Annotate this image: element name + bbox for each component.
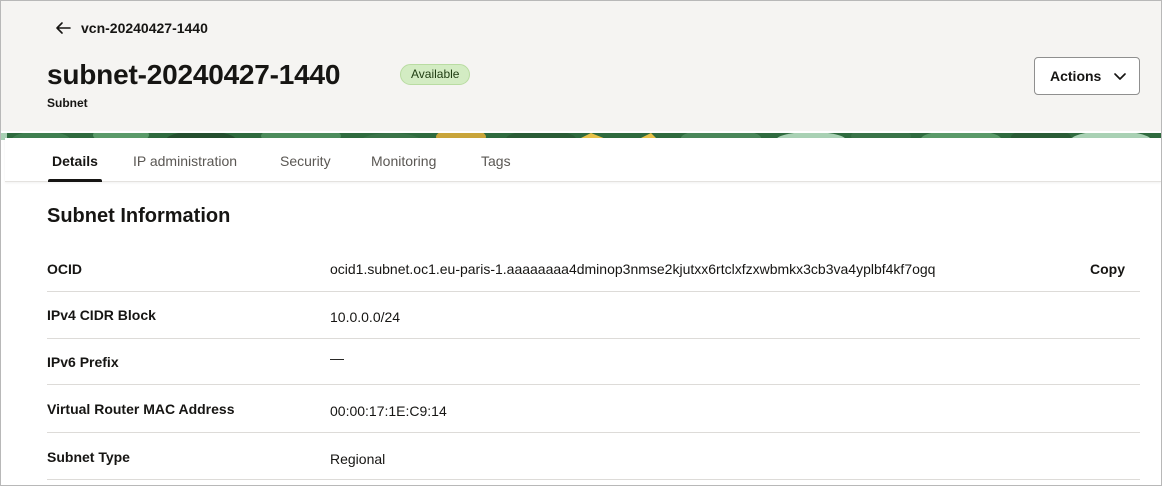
chevron-down-icon: [1113, 69, 1127, 83]
page-subtitle: Subnet: [47, 96, 88, 110]
detail-label: OCID: [47, 261, 82, 277]
detail-row-ocid: OCID ocid1.subnet.oc1.eu-paris-1.aaaaaaa…: [47, 246, 1140, 292]
tab-security[interactable]: Security: [280, 138, 331, 182]
copy-ocid-link[interactable]: Copy: [1090, 261, 1125, 277]
detail-row-router-mac: Virtual Router MAC Address 00:00:17:1E:C…: [47, 385, 1140, 433]
detail-row-ipv4-cidr: IPv4 CIDR Block 10.0.0.0/24: [47, 292, 1140, 339]
tab-ip-administration[interactable]: IP administration: [133, 138, 237, 182]
detail-label: IPv4 CIDR Block: [47, 307, 156, 323]
page-title: subnet-20240427-1440: [47, 59, 341, 90]
detail-label: Virtual Router MAC Address: [47, 401, 235, 417]
detail-label: IPv6 Prefix: [47, 354, 119, 370]
detail-value: ocid1.subnet.oc1.eu-paris-1.aaaaaaaa4dmi…: [330, 261, 936, 277]
detail-value: 00:00:17:1E:C9:14: [330, 403, 447, 419]
back-link[interactable]: vcn-20240427-1440: [54, 17, 208, 39]
actions-button-label: Actions: [1050, 68, 1102, 84]
arrow-left-icon: [54, 19, 72, 37]
back-link-label: vcn-20240427-1440: [81, 20, 208, 36]
tab-monitoring[interactable]: Monitoring: [371, 138, 436, 182]
page-frame: vcn-20240427-1440 subnet-20240427-1440 A…: [0, 0, 1162, 486]
detail-label: Subnet Type: [47, 449, 130, 465]
actions-button[interactable]: Actions: [1034, 57, 1140, 95]
page-header: vcn-20240427-1440 subnet-20240427-1440 A…: [1, 1, 1161, 131]
detail-value: —: [330, 350, 344, 366]
detail-value: Regional: [330, 451, 386, 467]
detail-row-subnet-type: Subnet Type Regional: [47, 433, 1140, 480]
tab-tags[interactable]: Tags: [481, 138, 511, 182]
tab-bar: Details IP administration Security Monit…: [5, 138, 1161, 182]
section-title: Subnet Information: [47, 205, 231, 227]
detail-value: 10.0.0.0/24: [330, 309, 401, 325]
status-badge: Available: [400, 64, 471, 85]
detail-row-ipv6-prefix: IPv6 Prefix —: [47, 339, 1140, 385]
tab-details[interactable]: Details: [48, 138, 102, 182]
